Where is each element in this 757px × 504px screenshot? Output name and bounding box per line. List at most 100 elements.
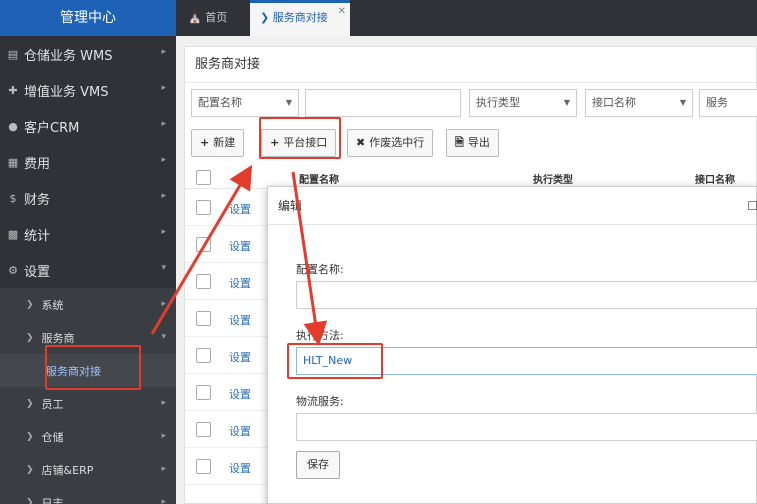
config-name-label: 配置名称: bbox=[296, 263, 344, 276]
close-icon: ✖ bbox=[356, 136, 366, 149]
chevron-right-icon: ❯ bbox=[260, 11, 270, 24]
chevron-right-icon: ❯ bbox=[26, 398, 34, 409]
chevron-right-icon: ▸ bbox=[161, 47, 166, 57]
submenu-item-system[interactable]: ❯ 系统 ▸ bbox=[0, 288, 176, 321]
service-select[interactable]: 服务 bbox=[699, 89, 757, 117]
chevron-right-icon: ❯ bbox=[26, 464, 34, 475]
void-selected-button[interactable]: ✖ 作废选中行 bbox=[347, 129, 434, 157]
row-checkbox[interactable] bbox=[196, 348, 211, 363]
home-icon: ⛪ bbox=[188, 11, 202, 24]
submenu-item-shop-erp[interactable]: ❯ 店铺&ERP ▸ bbox=[0, 453, 176, 486]
tab-home[interactable]: ⛪ 首页 bbox=[176, 0, 250, 36]
row-checkbox[interactable] bbox=[196, 274, 211, 289]
filter-bar: 配置名称 ▼ 执行类型 ▼ 接口名称 ▼ 服务 bbox=[191, 89, 757, 119]
dialog-title: 编辑 bbox=[278, 199, 303, 213]
chevron-right-icon: ▸ bbox=[161, 497, 166, 504]
select-value: 接口名称 bbox=[592, 96, 636, 109]
row-settings-link[interactable]: 设置 bbox=[229, 423, 251, 439]
row-checkbox[interactable] bbox=[196, 422, 211, 437]
chevron-right-icon: ▸ bbox=[161, 464, 166, 474]
row-checkbox[interactable] bbox=[196, 237, 211, 252]
tab-label: 首页 bbox=[205, 11, 228, 24]
column-header: 执行类型 bbox=[533, 175, 573, 186]
close-icon[interactable]: ✕ bbox=[338, 0, 346, 27]
row-settings-link[interactable]: 设置 bbox=[229, 460, 251, 476]
submenu-item-provider[interactable]: ❯ 服务商 ▾ bbox=[0, 321, 176, 354]
sidebar-item-vms[interactable]: ✚ 增值业务 VMS ▸ bbox=[0, 72, 176, 108]
row-settings-link[interactable]: 设置 bbox=[229, 312, 251, 328]
interface-name-select[interactable]: 接口名称 ▼ bbox=[585, 89, 693, 117]
brand-title: 管理中心 bbox=[0, 0, 176, 36]
maximize-icon[interactable]: ☐ bbox=[747, 187, 757, 225]
chevron-right-icon: ▸ bbox=[161, 83, 166, 93]
platform-interface-button[interactable]: + 平台接口 bbox=[261, 129, 337, 157]
row-settings-link[interactable]: 设置 bbox=[229, 238, 251, 254]
submenu-item-provider-integration[interactable]: 服务商对接 bbox=[0, 354, 176, 387]
chevron-right-icon: ▸ bbox=[161, 431, 166, 441]
column-header: 配置名称 bbox=[299, 175, 339, 186]
button-label: 导出 bbox=[467, 136, 490, 149]
new-button[interactable]: + 新建 bbox=[191, 129, 245, 157]
dialog-body: 配置名称: 执行方法: HLT_New 物流服务: 保存 bbox=[288, 243, 757, 503]
sidebar-item-label: 客户CRM bbox=[24, 120, 80, 136]
chevron-right-icon: ▸ bbox=[161, 155, 166, 165]
submenu-item-log[interactable]: ❯ 日志 ▸ bbox=[0, 486, 176, 504]
export-file-icon: 🗎 bbox=[455, 136, 464, 149]
select-value: 执行类型 bbox=[476, 96, 520, 109]
sidebar-item-settings[interactable]: ⚙ 设置 ▾ bbox=[0, 252, 176, 288]
chevron-right-icon: ▸ bbox=[161, 227, 166, 237]
chevron-right-icon: ▸ bbox=[161, 119, 166, 129]
exec-type-select[interactable]: 执行类型 ▼ bbox=[469, 89, 577, 117]
chevron-right-icon: ❯ bbox=[26, 431, 34, 442]
row-settings-link[interactable]: 设置 bbox=[229, 201, 251, 217]
submenu-item-storage[interactable]: ❯ 仓储 ▸ bbox=[0, 420, 176, 453]
submenu-item-label: 服务商对接 bbox=[46, 364, 101, 378]
sidebar-item-finance[interactable]: $ 财务 ▸ bbox=[0, 180, 176, 216]
sidebar-item-crm[interactable]: ● 客户CRM ▸ bbox=[0, 108, 176, 144]
row-settings-link[interactable]: 设置 bbox=[229, 386, 251, 402]
submenu-item-label: 服务商 bbox=[41, 331, 75, 345]
row-checkbox[interactable] bbox=[196, 311, 211, 326]
export-button[interactable]: 🗎 导出 bbox=[446, 129, 499, 157]
table-icon: ▦ bbox=[7, 155, 19, 169]
column-header: 接口名称 bbox=[695, 175, 735, 186]
tab-provider-integration[interactable]: ❯ 服务商对接 ✕ bbox=[250, 0, 350, 36]
button-label: 作废选中行 bbox=[369, 136, 425, 149]
select-all-checkbox[interactable] bbox=[196, 170, 211, 185]
row-settings-link[interactable]: 设置 bbox=[229, 349, 251, 365]
submenu-item-label: 日志 bbox=[41, 496, 64, 504]
submenu-item-label: 员工 bbox=[41, 397, 64, 411]
edit-dialog: 编辑 ☐ 配置名称: 执行方法: HLT_New 物流服务: 保存 bbox=[267, 186, 757, 504]
chevron-down-icon: ▾ bbox=[161, 332, 166, 342]
tab-label: 服务商对接 bbox=[272, 11, 328, 24]
gear-icon: ⚙ bbox=[8, 263, 18, 277]
logistics-service-label: 物流服务: bbox=[296, 395, 344, 408]
save-button[interactable]: 保存 bbox=[296, 451, 340, 479]
sidebar-item-fees[interactable]: ▦ 费用 ▸ bbox=[0, 144, 176, 180]
row-checkbox[interactable] bbox=[196, 200, 211, 215]
sidebar-item-stats[interactable]: ▩ 统计 ▸ bbox=[0, 216, 176, 252]
chevron-down-icon: ▾ bbox=[161, 263, 166, 273]
chevron-right-icon: ❯ bbox=[26, 299, 34, 310]
config-name-select[interactable]: 配置名称 ▼ bbox=[191, 89, 299, 117]
config-name-input[interactable] bbox=[305, 89, 461, 117]
row-checkbox[interactable] bbox=[196, 385, 211, 400]
sidebar-item-label: 财务 bbox=[24, 192, 51, 208]
submenu-item-staff[interactable]: ❯ 员工 ▸ bbox=[0, 387, 176, 420]
logistics-service-field[interactable] bbox=[296, 413, 757, 441]
dialog-header: 编辑 ☐ bbox=[268, 187, 757, 225]
chevron-right-icon: ❯ bbox=[26, 497, 34, 504]
dropdown-caret-icon: ▼ bbox=[285, 98, 292, 107]
sidebar-item-label: 设置 bbox=[24, 264, 51, 280]
submenu-item-label: 系统 bbox=[41, 298, 64, 312]
row-settings-link[interactable]: 设置 bbox=[229, 275, 251, 291]
sidebar-item-wms[interactable]: ▤ 仓储业务 WMS ▸ bbox=[0, 36, 176, 72]
exec-method-field[interactable]: HLT_New bbox=[296, 347, 757, 375]
chevron-right-icon: ▸ bbox=[161, 398, 166, 408]
dollar-icon: $ bbox=[9, 191, 17, 205]
row-checkbox[interactable] bbox=[196, 459, 211, 474]
tab-bar: ⛪ 首页 ❯ 服务商对接 ✕ bbox=[176, 0, 757, 36]
sidebar-item-label: 统计 bbox=[24, 228, 51, 244]
config-name-field[interactable] bbox=[296, 281, 757, 309]
plus-icon: ✚ bbox=[8, 83, 18, 97]
